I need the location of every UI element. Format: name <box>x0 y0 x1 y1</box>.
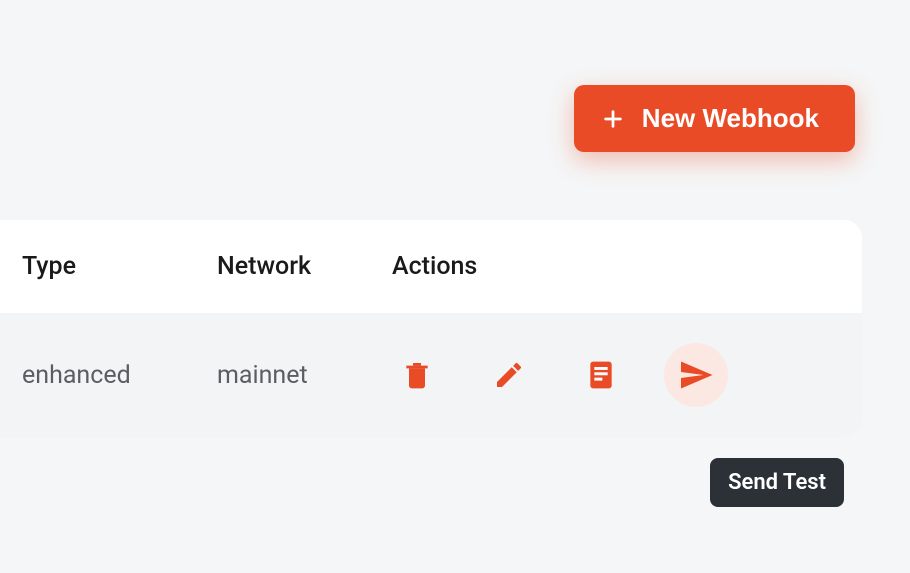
trash-icon[interactable] <box>400 358 434 392</box>
new-webhook-label: New Webhook <box>642 103 819 134</box>
cell-type: enhanced <box>22 361 217 390</box>
document-icon[interactable] <box>584 358 618 392</box>
send-icon <box>678 357 714 393</box>
send-test-button[interactable] <box>664 343 728 407</box>
new-webhook-button[interactable]: New Webhook <box>574 85 855 152</box>
cell-network: mainnet <box>217 361 392 390</box>
table-header-row: Type Network Actions <box>0 220 862 313</box>
table-row: enhanced mainnet <box>0 313 862 437</box>
actions-group <box>392 343 862 407</box>
pencil-icon[interactable] <box>492 358 526 392</box>
header-network: Network <box>217 252 392 281</box>
send-test-tooltip: Send Test <box>710 458 844 507</box>
header-type: Type <box>22 252 217 281</box>
plus-icon <box>602 108 624 130</box>
webhooks-table: Type Network Actions enhanced mainnet <box>0 220 862 437</box>
header-actions: Actions <box>392 252 862 281</box>
